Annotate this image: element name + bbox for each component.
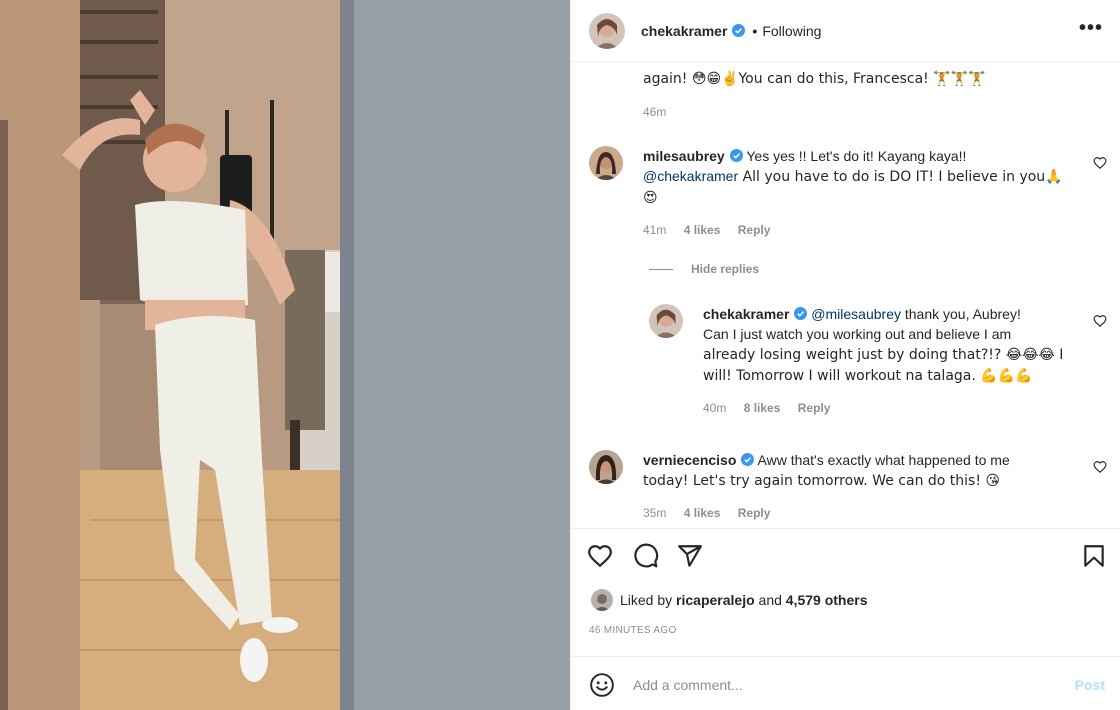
- reply-button[interactable]: Reply: [738, 506, 771, 520]
- comment-username[interactable]: chekakramer: [703, 306, 789, 322]
- liked-by-user[interactable]: ricaperalejo: [676, 592, 755, 608]
- post-comment-button[interactable]: Post: [1075, 677, 1105, 693]
- author-avatar[interactable]: [589, 12, 625, 49]
- like-comment-heart-icon[interactable]: [1093, 156, 1107, 170]
- comment-text: today! Let's try again tomorrow. We can …: [643, 473, 1000, 489]
- like-comment-heart-icon[interactable]: [1093, 460, 1107, 474]
- commenter-avatar[interactable]: [589, 146, 623, 180]
- comment-icon[interactable]: [633, 543, 659, 569]
- liked-by-and: and: [758, 592, 782, 608]
- comment-emoji: 😍: [643, 190, 658, 206]
- comment-time: 41m: [643, 223, 667, 237]
- reply-button[interactable]: Reply: [738, 223, 771, 237]
- heart-icon[interactable]: [587, 543, 613, 569]
- header-separator: •: [752, 22, 758, 39]
- comment-time: 46m: [643, 105, 667, 119]
- comment-text: Aww that's exactly what happened to me: [754, 452, 1010, 468]
- commenter-avatar[interactable]: [649, 304, 683, 338]
- comment-meta: 35m 4 likes Reply: [643, 506, 1083, 520]
- add-comment-input[interactable]: [633, 671, 1033, 699]
- author-username[interactable]: chekakramer: [641, 23, 727, 39]
- comment-text: will! Tomorrow I will workout na talaga.…: [703, 368, 1033, 384]
- comment-partial-meta: 46m: [643, 105, 1083, 119]
- comment-likes-button[interactable]: 4 likes: [684, 223, 721, 237]
- following-button[interactable]: Following: [762, 23, 821, 39]
- mention-link[interactable]: @chekakramer: [643, 168, 738, 184]
- comment-partial-cut-line: [643, 62, 1083, 65]
- post-timestamp[interactable]: 46 MINUTES AGO: [589, 625, 677, 636]
- post-details-panel: chekakramer • Following ••• again! 😳😁✌️Y…: [570, 0, 1120, 710]
- bookmark-icon[interactable]: [1081, 543, 1107, 569]
- share-icon[interactable]: [677, 543, 703, 569]
- hide-replies-line: [649, 268, 673, 270]
- add-comment-bar: Post: [571, 656, 1120, 710]
- post-image: [0, 0, 570, 710]
- mention-link[interactable]: @milesaubrey: [811, 306, 901, 322]
- comment-time: 40m: [703, 401, 727, 415]
- post-actions: Liked by ricaperalejo and 4,579 others 4…: [571, 528, 1120, 648]
- comment-username[interactable]: milesaubrey: [643, 148, 725, 164]
- comment-time: 35m: [643, 506, 667, 520]
- comment-meta: 40m 8 likes Reply: [703, 401, 1073, 415]
- comment-likes-button[interactable]: 4 likes: [684, 506, 721, 520]
- like-comment-heart-icon[interactable]: [1093, 314, 1107, 328]
- reply-button[interactable]: Reply: [798, 401, 831, 415]
- liked-by-others[interactable]: 4,579 others: [786, 592, 868, 608]
- liked-by-summary[interactable]: Liked by ricaperalejo and 4,579 others: [591, 589, 868, 611]
- comment-text: thank you, Aubrey!: [900, 306, 1021, 322]
- verified-badge-icon: [794, 307, 808, 320]
- emoji-smile-icon[interactable]: [589, 672, 615, 698]
- commenter-avatar[interactable]: [589, 450, 623, 484]
- hide-replies-toggle[interactable]: Hide replies: [649, 262, 759, 276]
- post-header: chekakramer • Following •••: [571, 0, 1120, 62]
- verified-badge-icon: [741, 453, 755, 466]
- comment-text: Yes yes !! Let's do it! Kayang kaya!!: [742, 148, 967, 164]
- verified-badge-icon: [732, 24, 746, 37]
- comment-partial: again! 😳😁✌️You can do this, Francesca! 🏋…: [643, 62, 1083, 119]
- liker-avatar[interactable]: [591, 589, 613, 611]
- comments-list[interactable]: again! 😳😁✌️You can do this, Francesca! 🏋…: [571, 62, 1120, 527]
- comment-text: already losing weight just by doing that…: [703, 347, 1064, 363]
- post-photo[interactable]: [0, 0, 570, 710]
- verified-badge-icon: [729, 149, 743, 162]
- comment-text: Can I just watch you working out and bel…: [703, 326, 1012, 342]
- comment-meta: 41m 4 likes Reply: [643, 223, 1083, 237]
- comment-username[interactable]: verniecenciso: [643, 452, 736, 468]
- more-options-icon[interactable]: •••: [1079, 18, 1103, 38]
- liked-by-prefix: Liked by: [620, 592, 673, 608]
- hide-replies-label: Hide replies: [691, 262, 760, 276]
- comment-likes-button[interactable]: 8 likes: [744, 401, 781, 415]
- comment-partial-text: again! 😳😁✌️You can do this, Francesca! 🏋…: [643, 71, 986, 87]
- comment-text: All you have to do is DO IT! I believe i…: [738, 169, 1063, 185]
